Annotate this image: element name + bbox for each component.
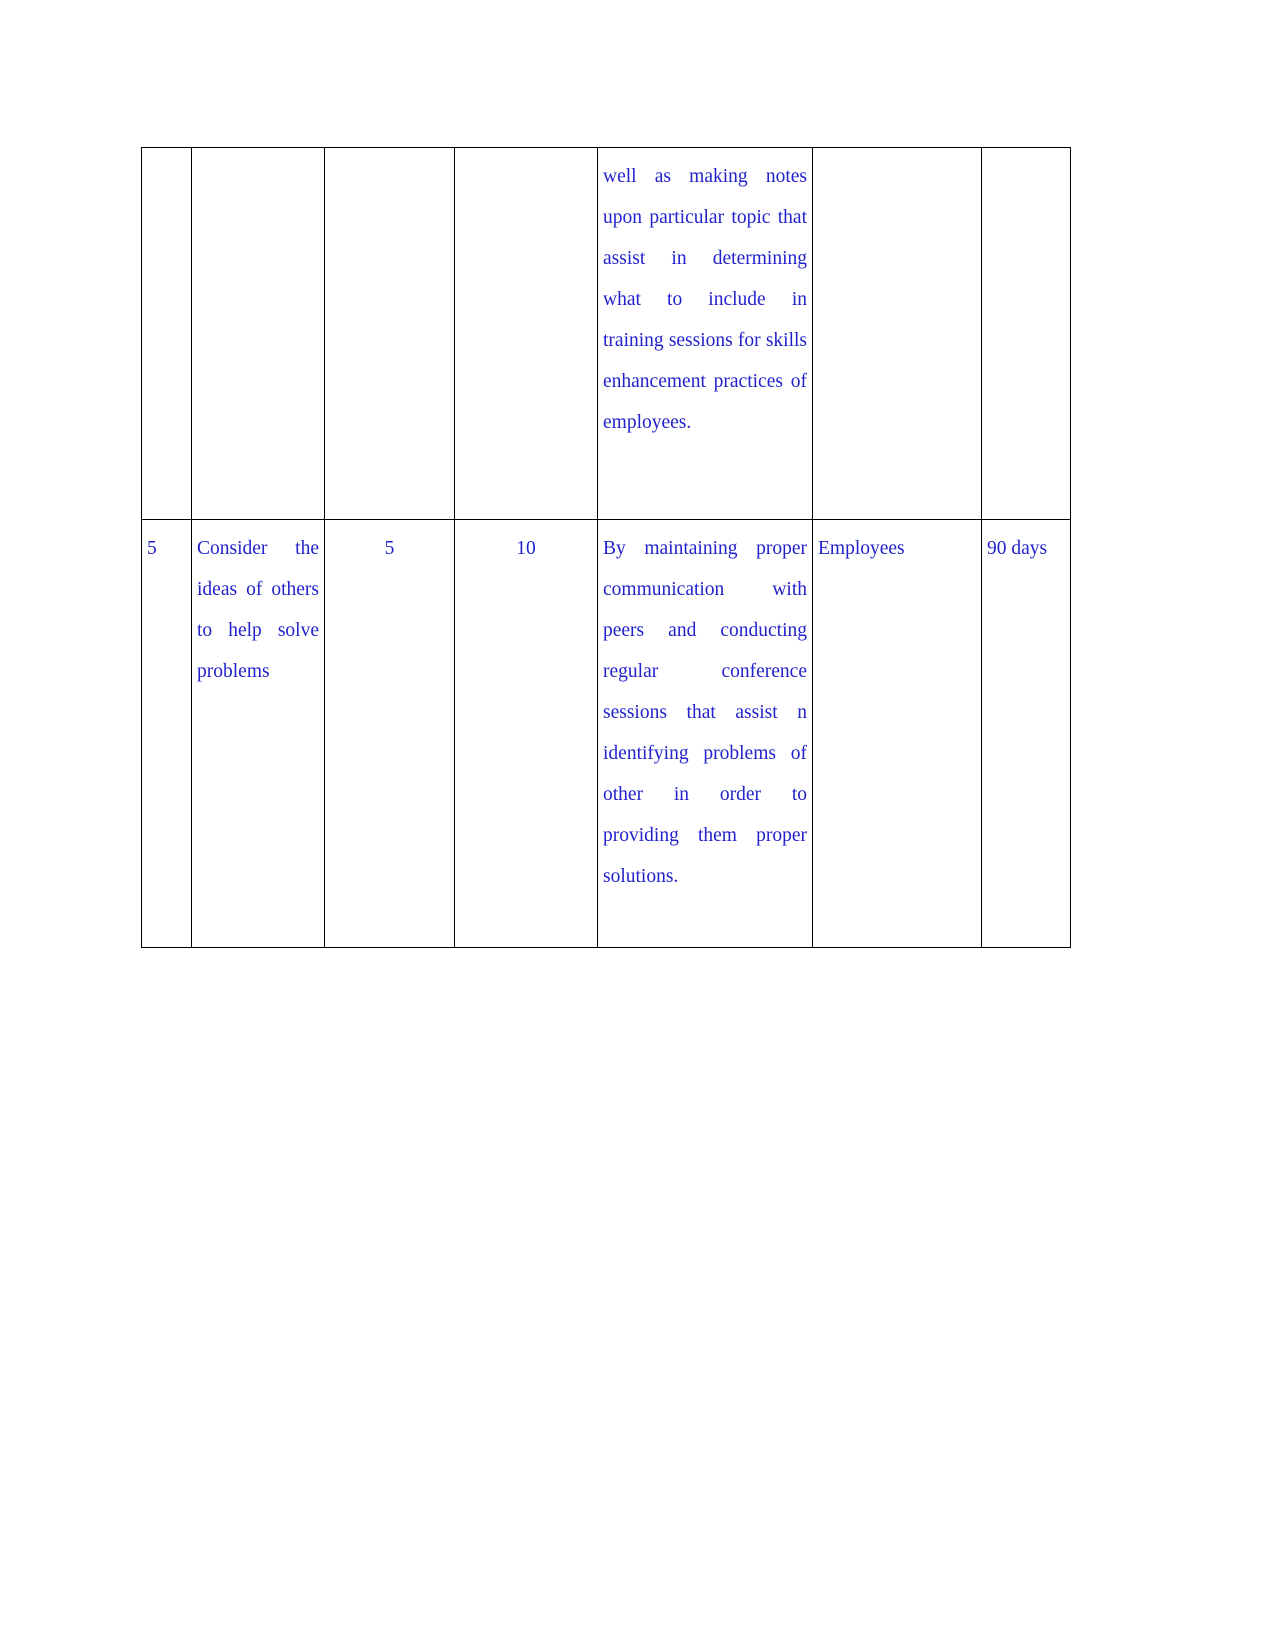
development-activity-text: By maintaining proper communication with… [603, 538, 807, 887]
cell-resources: Employees [812, 519, 982, 948]
cell-competency [191, 147, 325, 520]
timeline-text [982, 148, 1070, 165]
resources-text: Employees [818, 538, 905, 559]
cell-target-level: 10 [454, 519, 598, 948]
current-level-text [325, 148, 454, 165]
competency-text [192, 148, 324, 206]
target-level-text [455, 148, 597, 165]
cell-development-activity: well as making notes upon particular top… [597, 147, 813, 520]
table-row: 5 Consider the ideas of others to help s… [141, 519, 1071, 948]
timeline-text: 90 days [987, 538, 1048, 559]
cell-sr-no [141, 147, 192, 520]
competency-text: Consider the ideas of others to help sol… [197, 538, 319, 682]
table-row: well as making notes upon particular top… [141, 147, 1071, 520]
cell-target-level [454, 147, 598, 520]
sr-no-text [142, 148, 191, 165]
resources-text [813, 148, 981, 165]
cell-timeline: 90 days [981, 519, 1071, 948]
cell-current-level [324, 147, 455, 520]
sr-no-text: 5 [147, 538, 157, 559]
cell-competency: Consider the ideas of others to help sol… [191, 519, 325, 948]
cell-timeline [981, 147, 1071, 520]
cell-current-level: 5 [324, 519, 455, 948]
current-level-text: 5 [384, 538, 395, 559]
development-activity-text: well as making notes upon particular top… [603, 166, 807, 433]
development-plan-table: well as making notes upon particular top… [141, 147, 1071, 948]
cell-sr-no: 5 [141, 519, 192, 948]
cell-development-activity: By maintaining proper communication with… [597, 519, 813, 948]
target-level-text: 10 [516, 538, 536, 559]
document-page: well as making notes upon particular top… [0, 0, 1275, 1650]
cell-resources [812, 147, 982, 520]
